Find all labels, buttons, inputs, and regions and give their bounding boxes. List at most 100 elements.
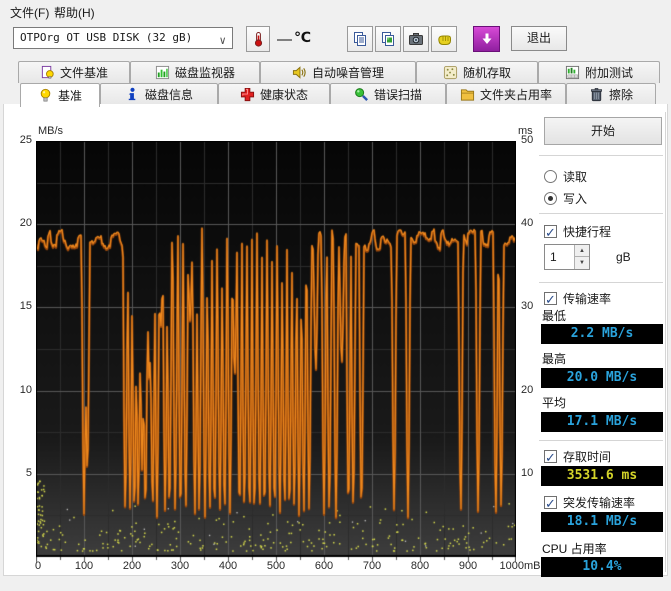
avg-value-display: 17.1 MB/s [541,412,663,432]
screenshot-button[interactable] [403,26,429,52]
y-tick: 25 [6,134,32,146]
tab-error-scan[interactable]: 错误扫描 [330,83,446,105]
y-tick: 15 [6,300,32,312]
benchmark-chart [36,141,516,564]
benchmark-page: MB/s ms 25 20 15 10 5 50 40 30 20 10 0 1… [3,104,668,576]
screenshot-camera-icon [408,31,424,47]
health-cross-icon [240,87,255,102]
tab-disk-monitor[interactable]: 磁盘监视器 [130,61,260,83]
short-stroke-checkbox[interactable] [544,225,557,238]
cpu-usage-display: 10.4% [541,557,663,577]
tab-label: 基准 [58,87,82,104]
donate-hand-icon [436,31,452,47]
tab-label: 磁盘监视器 [175,64,235,81]
access-time-row[interactable]: 存取时间 [544,448,611,465]
y-left-axis-label: MB/s [38,125,63,137]
stepper-down-icon[interactable]: ▼ [575,257,589,269]
folder-icon [460,87,475,102]
separator [539,213,663,215]
tab-random-access[interactable]: 随机存取 [416,61,538,83]
short-stroke-label: 快捷行程 [563,223,611,240]
tab-disk-info[interactable]: 磁盘信息 [100,83,218,105]
tab-benchmark[interactable]: 基准 [20,83,100,107]
transfer-rate-checkbox[interactable] [544,292,557,305]
burst-rate-label: 突发传输速率 [563,494,635,511]
tab-extra-tests[interactable]: 附加测试 [538,61,660,83]
transfer-rate-label: 传输速率 [563,290,611,307]
tab-folder-usage[interactable]: 文件夹占用率 [446,83,566,105]
burst-rate-checkbox[interactable] [544,496,557,509]
tab-label: 文件夹占用率 [480,86,552,103]
tab-label: 擦除 [609,86,633,103]
update-button[interactable] [473,26,500,52]
avg-label: 平均 [542,394,566,411]
burst-rate-display: 18.1 MB/s [541,512,663,532]
min-value-display: 2.2 MB/s [541,324,663,344]
copy-image-icon [380,31,396,47]
tab-erase[interactable]: 擦除 [566,83,656,105]
donate-button[interactable] [431,26,457,52]
update-download-icon [479,31,495,47]
max-value-display: 20.0 MB/s [541,368,663,388]
tab-label: 文件基准 [60,64,108,81]
write-radio-label: 写入 [563,190,587,207]
access-time-checkbox[interactable] [544,450,557,463]
transfer-rate-row[interactable]: 传输速率 [544,290,611,307]
tab-label: 随机存取 [463,64,511,81]
tab-auto-acoustic[interactable]: 自动噪音管理 [260,61,416,83]
temperature-button[interactable] [246,26,270,52]
copy-text-icon [352,31,368,47]
copy-text-button[interactable] [347,26,373,52]
y-tick: 5 [6,467,32,479]
tab-label: 磁盘信息 [145,86,193,103]
menubar: 文件(F) 帮助(H) [0,0,671,20]
speaker-icon [292,65,307,80]
tab-file-benchmark[interactable]: 文件基准 [18,61,130,83]
tab-label: 健康状态 [260,86,308,103]
random-access-icon [443,65,458,80]
short-stroke-row[interactable]: 快捷行程 [544,223,611,240]
cpu-usage-label: CPU 占用率 [542,540,607,557]
device-select-value: OTPOrg OT USB DISK (32 gB) [20,31,192,44]
stepper-up-icon[interactable]: ▲ [575,245,589,257]
access-time-display: 3531.6 ms [541,466,663,486]
temperature-value: — [277,31,292,48]
write-radio[interactable] [544,192,557,205]
separator [539,282,663,284]
info-icon [125,87,140,102]
min-label: 最低 [542,307,566,324]
stepper-buttons[interactable]: ▲ ▼ [574,245,589,269]
max-label: 最高 [542,350,566,367]
tab-label: 自动噪音管理 [312,64,384,81]
read-radio-label: 读取 [563,168,587,185]
size-value: 1 [550,250,557,264]
extra-tests-icon [565,65,580,80]
exit-button[interactable]: 退出 [511,26,567,51]
lightbulb-icon [38,88,53,103]
y-tick: 10 [6,384,32,396]
read-radio-row[interactable]: 读取 [544,168,587,185]
disk-monitor-icon [155,65,170,80]
magnifier-icon [354,87,369,102]
write-radio-row[interactable]: 写入 [544,190,587,207]
burst-rate-row[interactable]: 突发传输速率 [544,494,635,511]
tab-label: 错误扫描 [374,86,422,103]
start-button[interactable]: 开始 [544,117,662,145]
y-tick: 20 [6,217,32,229]
copy-image-button[interactable] [375,26,401,52]
temperature-unit: ℃ [294,29,311,46]
separator [539,155,663,157]
separator [539,440,663,442]
chevron-down-icon: ∨ [219,31,226,51]
size-unit-label: gB [616,250,631,264]
menu-help[interactable]: 帮助(H) [48,2,101,23]
access-time-label: 存取时间 [563,448,611,465]
trash-icon [589,87,604,102]
size-stepper[interactable]: 1 ▲ ▼ [544,244,590,270]
thermometer-icon [250,31,266,47]
hd-tune-window: 文件(F) 帮助(H) OTPOrg OT USB DISK (32 gB) ∨… [0,0,671,591]
device-select[interactable]: OTPOrg OT USB DISK (32 gB) ∨ [13,27,233,49]
file-benchmark-icon [40,65,55,80]
tab-health[interactable]: 健康状态 [218,83,330,105]
read-radio[interactable] [544,170,557,183]
